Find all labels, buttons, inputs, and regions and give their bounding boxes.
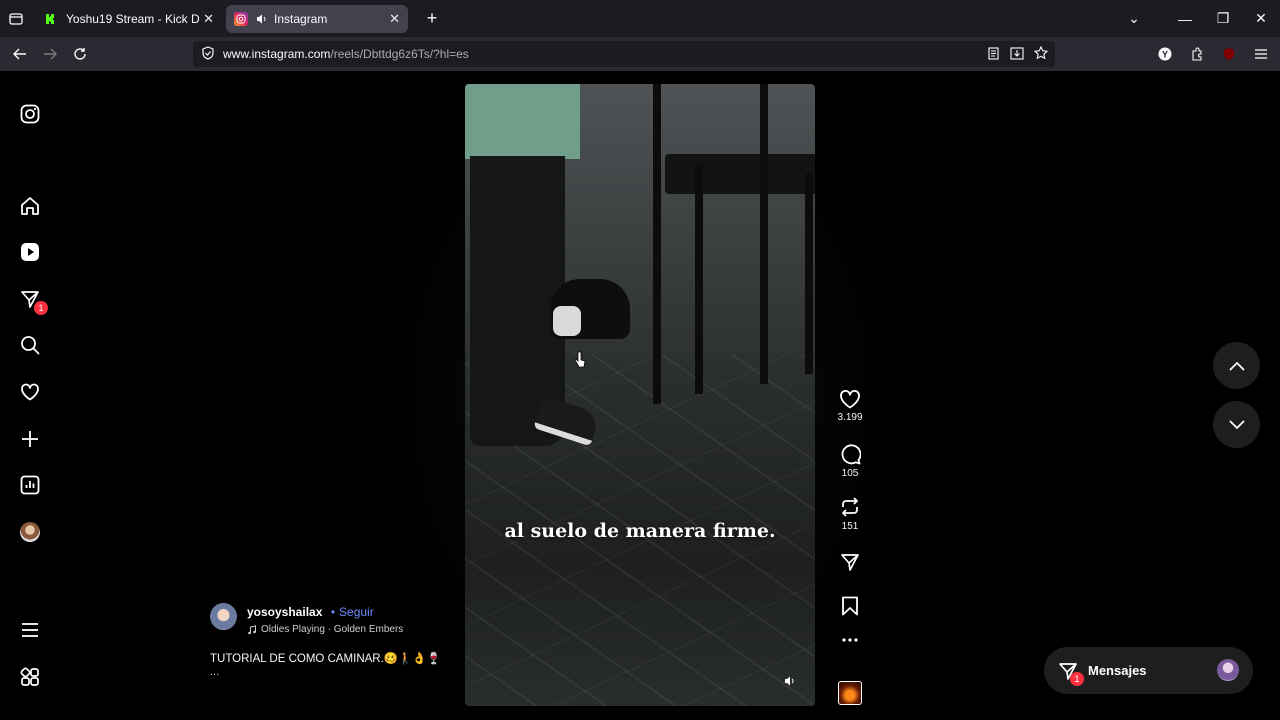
restore-icon[interactable]: ❐ [1204, 10, 1242, 27]
chevron-down-icon [1228, 419, 1245, 429]
minimize-icon[interactable]: — [1166, 11, 1204, 27]
also-from-meta-icon[interactable] [18, 665, 42, 689]
url-host: www.instagram.com [223, 47, 331, 61]
audio-thumbnail[interactable] [830, 681, 870, 705]
dashboard-icon[interactable] [18, 473, 42, 497]
video-person-shirt [465, 84, 580, 159]
reload-icon[interactable] [65, 39, 95, 69]
reels-icon[interactable] [18, 240, 42, 264]
tab-title: Instagram [274, 11, 328, 26]
forward-icon[interactable] [35, 39, 65, 69]
instagram-icon [234, 11, 248, 26]
url-actions [985, 45, 1049, 61]
tab-kick-dashboard[interactable]: Yoshu19 Stream - Kick Dashboard ✕ [36, 5, 222, 33]
notification-badge: 1 [34, 301, 48, 315]
like-button[interactable]: 3.199 [830, 389, 870, 423]
search-icon[interactable] [18, 333, 42, 357]
heart-icon [840, 389, 860, 409]
share-icon [841, 554, 859, 571]
new-tab-button[interactable]: + [416, 5, 448, 33]
follow-separator: • [330, 605, 336, 619]
speaker-icon[interactable] [256, 13, 268, 25]
description-more[interactable]: ... [210, 666, 450, 678]
song-title: Oldies Playing · Golden Embers [261, 624, 404, 635]
create-plus-icon[interactable] [18, 427, 42, 451]
list-all-tabs-icon[interactable]: ⌄ [1102, 10, 1166, 27]
tab-title: Yoshu19 Stream - Kick Dashboard [66, 11, 200, 26]
reposts-count: 151 [841, 521, 859, 532]
menu-icon[interactable] [1250, 41, 1272, 67]
site-info-icon[interactable] [201, 45, 215, 63]
next-reel-button[interactable] [1213, 401, 1260, 448]
reader-view-icon[interactable] [985, 45, 1001, 61]
reel-video[interactable]: al suelo de manera firme. [465, 84, 815, 706]
messages-badge: 1 [1070, 672, 1084, 686]
profile-avatar[interactable] [18, 520, 42, 544]
back-icon[interactable] [5, 39, 35, 69]
reel-info: yosoyshailax • Seguir Oldies Playing · Go… [210, 603, 450, 678]
audio-cover-image [838, 681, 862, 705]
repost-button[interactable]: 151 [830, 496, 870, 532]
svg-text:Y: Y [1162, 50, 1168, 60]
reel-description: TUTORIAL DE COMO CAMINAR.🥴🚶👌🍷 [210, 653, 442, 665]
toolbar-extensions: Y [1154, 41, 1272, 67]
more-menu-icon[interactable] [18, 618, 42, 642]
user-row: yosoyshailax • Seguir Oldies Playing · Go… [210, 603, 450, 635]
likes-count: 3.199 [837, 412, 863, 423]
message-contact-avatar [1217, 659, 1239, 681]
video-cat-white [553, 306, 581, 336]
messages-label: Mensajes [1088, 663, 1147, 678]
messages-icon[interactable]: 1 [18, 287, 48, 315]
bookmark-icon [842, 596, 858, 616]
home-icon[interactable] [18, 194, 42, 218]
tab-instagram[interactable]: Instagram ✕ [226, 4, 408, 33]
tab-list-icon[interactable] [0, 0, 32, 37]
username[interactable]: yosoyshailax [247, 605, 322, 619]
tab-close-icon[interactable]: ✕ [203, 11, 214, 27]
save-to-pocket-icon[interactable] [1009, 45, 1025, 61]
notifications-heart-icon[interactable] [18, 380, 42, 404]
url-path: /reels/Dbttdg6z6Ts/?hl=es [330, 47, 469, 61]
kick-icon [44, 12, 58, 26]
share-button[interactable] [830, 552, 870, 572]
ublock-icon[interactable] [1218, 41, 1240, 67]
user-avatar[interactable] [210, 603, 237, 630]
instagram-reels-page: 1 al suelo de manera firme. 3.199 105 15… [0, 71, 1280, 720]
close-window-icon[interactable]: ✕ [1242, 10, 1280, 27]
tab-close-icon[interactable]: ✕ [389, 11, 400, 27]
more-options-button[interactable] [830, 637, 870, 643]
bookmark-star-icon[interactable] [1033, 45, 1049, 61]
instagram-logo-icon[interactable] [18, 102, 42, 126]
follow-button[interactable]: Seguir [339, 605, 374, 619]
comments-count: 105 [841, 468, 859, 479]
previous-reel-button[interactable] [1213, 342, 1260, 389]
url-bar[interactable]: www.instagram.com/reels/Dbttdg6z6Ts/?hl=… [193, 41, 1055, 67]
video-caption-overlay: al suelo de manera firme. [504, 520, 776, 542]
repost-icon [842, 497, 858, 517]
video-stool [595, 84, 815, 414]
extensions-icon[interactable] [1186, 41, 1208, 67]
window-controls: ⌄ — ❐ ✕ [1102, 0, 1280, 37]
song-row[interactable]: Oldies Playing · Golden Embers [247, 624, 403, 635]
browser-nav-bar: www.instagram.com/reels/Dbttdg6z6Ts/?hl=… [0, 37, 1280, 71]
comment-icon [841, 444, 861, 465]
more-dots-icon [842, 638, 858, 642]
save-button[interactable] [830, 596, 870, 616]
yandex-icon[interactable]: Y [1154, 41, 1176, 67]
messages-panel[interactable]: 1 Mensajes [1044, 647, 1253, 694]
browser-tab-bar: Yoshu19 Stream - Kick Dashboard ✕ Instag… [0, 0, 1280, 37]
mouse-cursor [574, 351, 586, 374]
chevron-up-icon [1228, 361, 1245, 371]
music-note-icon [248, 624, 256, 634]
sidebar: 1 [0, 71, 60, 720]
comment-button[interactable]: 105 [830, 443, 870, 479]
audio-toggle-icon[interactable] [781, 672, 799, 690]
